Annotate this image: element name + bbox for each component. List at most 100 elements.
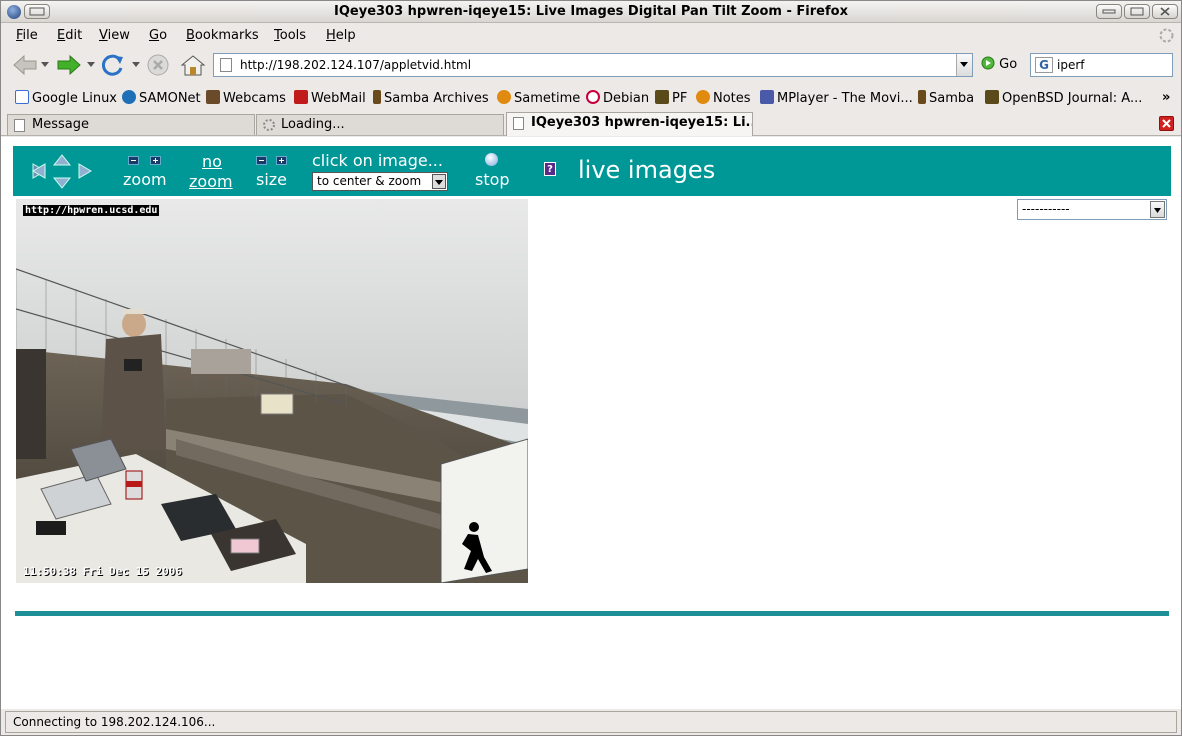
- status-text: Connecting to 198.202.124.106...: [5, 711, 1177, 733]
- forward-icon[interactable]: [55, 53, 83, 77]
- bookmark-google-linux[interactable]: Google Linux: [15, 90, 117, 106]
- bookmark-label: Debian: [603, 91, 650, 106]
- y-mail-icon: [294, 90, 308, 104]
- tab-loading[interactable]: Loading...: [256, 114, 504, 135]
- search-input[interactable]: iperf: [1057, 58, 1085, 72]
- stop-label[interactable]: stop: [475, 170, 510, 189]
- maximize-icon: [1130, 7, 1144, 16]
- camera-select[interactable]: -----------: [1017, 199, 1167, 220]
- zoom-mode-select[interactable]: to center & zoom: [312, 172, 448, 191]
- camera-timestamp: 11:50:38 Fri Dec 15 2006: [23, 565, 182, 578]
- bookmark-samba-archives[interactable]: Samba Archives: [373, 90, 489, 106]
- bookmark-label: SAMONet: [139, 91, 201, 106]
- bookmark-sametime[interactable]: Sametime: [497, 90, 580, 106]
- bookmark-label: Samba: [929, 91, 975, 106]
- bookmark-samba[interactable]: Samba: [918, 90, 974, 106]
- go-button[interactable]: Go: [981, 56, 1017, 72]
- page-icon: [14, 119, 25, 132]
- url-history-dropdown[interactable]: [956, 54, 972, 76]
- bookmark-webmail[interactable]: WebMail: [294, 90, 366, 106]
- minimize-button[interactable]: [1096, 4, 1122, 19]
- no-zoom-link-line2[interactable]: zoom: [189, 172, 233, 191]
- help-icon[interactable]: ?: [544, 162, 556, 176]
- window-title: IQeye303 hpwren-iqeye15: Live Images Dig…: [334, 4, 848, 19]
- camera-select-value: -----------: [1022, 202, 1070, 216]
- maximize-button[interactable]: [1124, 4, 1150, 19]
- click-instruction: click on image...: [312, 151, 443, 170]
- menu-tools[interactable]: Tools: [274, 28, 306, 43]
- menu-file[interactable]: File: [16, 28, 38, 43]
- bookmark-label: WebMail: [311, 91, 366, 106]
- bookmark-label: Google Linux: [32, 91, 118, 106]
- back-dropdown-icon[interactable]: [41, 62, 49, 68]
- bookmark-debian[interactable]: Debian: [586, 90, 649, 106]
- browser-window: IQeye303 hpwren-iqeye15: Live Images Dig…: [0, 0, 1182, 736]
- forward-dropdown-icon[interactable]: [87, 62, 95, 68]
- pan-right-icon[interactable]: [78, 163, 92, 179]
- menu-bar: File Edit View Go Bookmarks Tools Help: [1, 23, 1181, 47]
- reload-dropdown-icon[interactable]: [132, 62, 140, 68]
- page-icon: [513, 117, 524, 130]
- search-box[interactable]: G iperf: [1030, 53, 1173, 77]
- bookmark-label: Sametime: [514, 91, 581, 106]
- tab-message[interactable]: Message: [7, 114, 255, 135]
- bookmark-pf[interactable]: PF: [655, 90, 687, 106]
- close-tab-button[interactable]: [1159, 116, 1174, 131]
- bookmark-label: MPlayer - The Movi...: [777, 91, 913, 106]
- zoom-in-icon[interactable]: [150, 156, 161, 165]
- zoom-out-icon[interactable]: [128, 156, 139, 165]
- tilt-up-icon[interactable]: [52, 154, 72, 166]
- close-window-button[interactable]: [1152, 4, 1178, 19]
- bookmark-webcams[interactable]: Webcams: [206, 90, 286, 106]
- sametime-icon: [497, 90, 511, 104]
- camera-control-bar: zoom no zoom size click on image... to c…: [13, 146, 1171, 196]
- reload-icon[interactable]: [99, 53, 127, 77]
- bookmarks-overflow-button[interactable]: »: [1162, 90, 1170, 105]
- mplayer-icon: [760, 90, 774, 104]
- bookmark-mplayer[interactable]: MPlayer - The Movi...: [760, 90, 913, 106]
- notes-icon: [696, 90, 710, 104]
- menu-help[interactable]: Help: [326, 28, 356, 43]
- camera-image[interactable]: http://hpwren.ucsd.edu 11:50:38 Fri Dec …: [16, 199, 528, 583]
- menu-edit[interactable]: Edit: [57, 28, 82, 43]
- debian-icon: [586, 90, 600, 104]
- bookmark-label: Notes: [713, 91, 751, 106]
- puffy-icon: [655, 90, 669, 104]
- loading-spinner-icon: [263, 119, 275, 131]
- chevron-down-icon: [432, 174, 446, 189]
- tab-label: IQeye303 hpwren-iqeye15: Li...: [531, 115, 753, 130]
- go-label: Go: [999, 57, 1018, 72]
- page-heading: live images: [578, 156, 716, 184]
- stop-icon[interactable]: [485, 153, 498, 166]
- stop-load-icon[interactable]: [145, 53, 171, 77]
- google-icon: [15, 90, 29, 104]
- tilt-down-icon[interactable]: [52, 177, 72, 189]
- pan-tilt-pad: [32, 154, 92, 189]
- google-icon[interactable]: G: [1035, 57, 1053, 73]
- bookmark-notes[interactable]: Notes: [696, 90, 751, 106]
- bookmark-samonet[interactable]: SAMONet: [122, 90, 201, 106]
- zoom-label: zoom: [123, 170, 167, 189]
- menu-go[interactable]: Go: [149, 28, 167, 43]
- home-icon[interactable]: [179, 53, 207, 77]
- chevron-down-icon: [960, 62, 968, 67]
- no-zoom-link-line1[interactable]: no: [202, 152, 222, 171]
- menu-view[interactable]: View: [99, 28, 130, 43]
- size-decrease-icon[interactable]: [256, 156, 267, 165]
- bookmark-openbsd-journal[interactable]: OpenBSD Journal: A...: [985, 90, 1142, 106]
- tab-label: Message: [32, 117, 89, 132]
- size-increase-icon[interactable]: [276, 156, 287, 165]
- url-bar[interactable]: http://198.202.124.107/appletvid.html: [213, 53, 973, 77]
- minimize-icon: [1102, 9, 1116, 14]
- url-text[interactable]: http://198.202.124.107/appletvid.html: [240, 58, 471, 72]
- menu-bookmarks[interactable]: Bookmarks: [186, 28, 259, 43]
- tab-label: Loading...: [281, 117, 345, 132]
- camera-overlay-url: http://hpwren.ucsd.edu: [23, 205, 160, 216]
- bookmark-label: OpenBSD Journal: A...: [1002, 91, 1143, 106]
- size-label: size: [256, 170, 288, 189]
- samba-icon: [373, 90, 381, 104]
- tab-iqeye[interactable]: IQeye303 hpwren-iqeye15: Li...: [506, 112, 753, 136]
- tab-strip: Message Loading... IQeye303 hpwren-iqeye…: [1, 112, 1181, 136]
- back-icon[interactable]: [11, 53, 39, 77]
- bookmarks-toolbar: Google Linux SAMONet Webcams WebMail Sam…: [1, 85, 1181, 109]
